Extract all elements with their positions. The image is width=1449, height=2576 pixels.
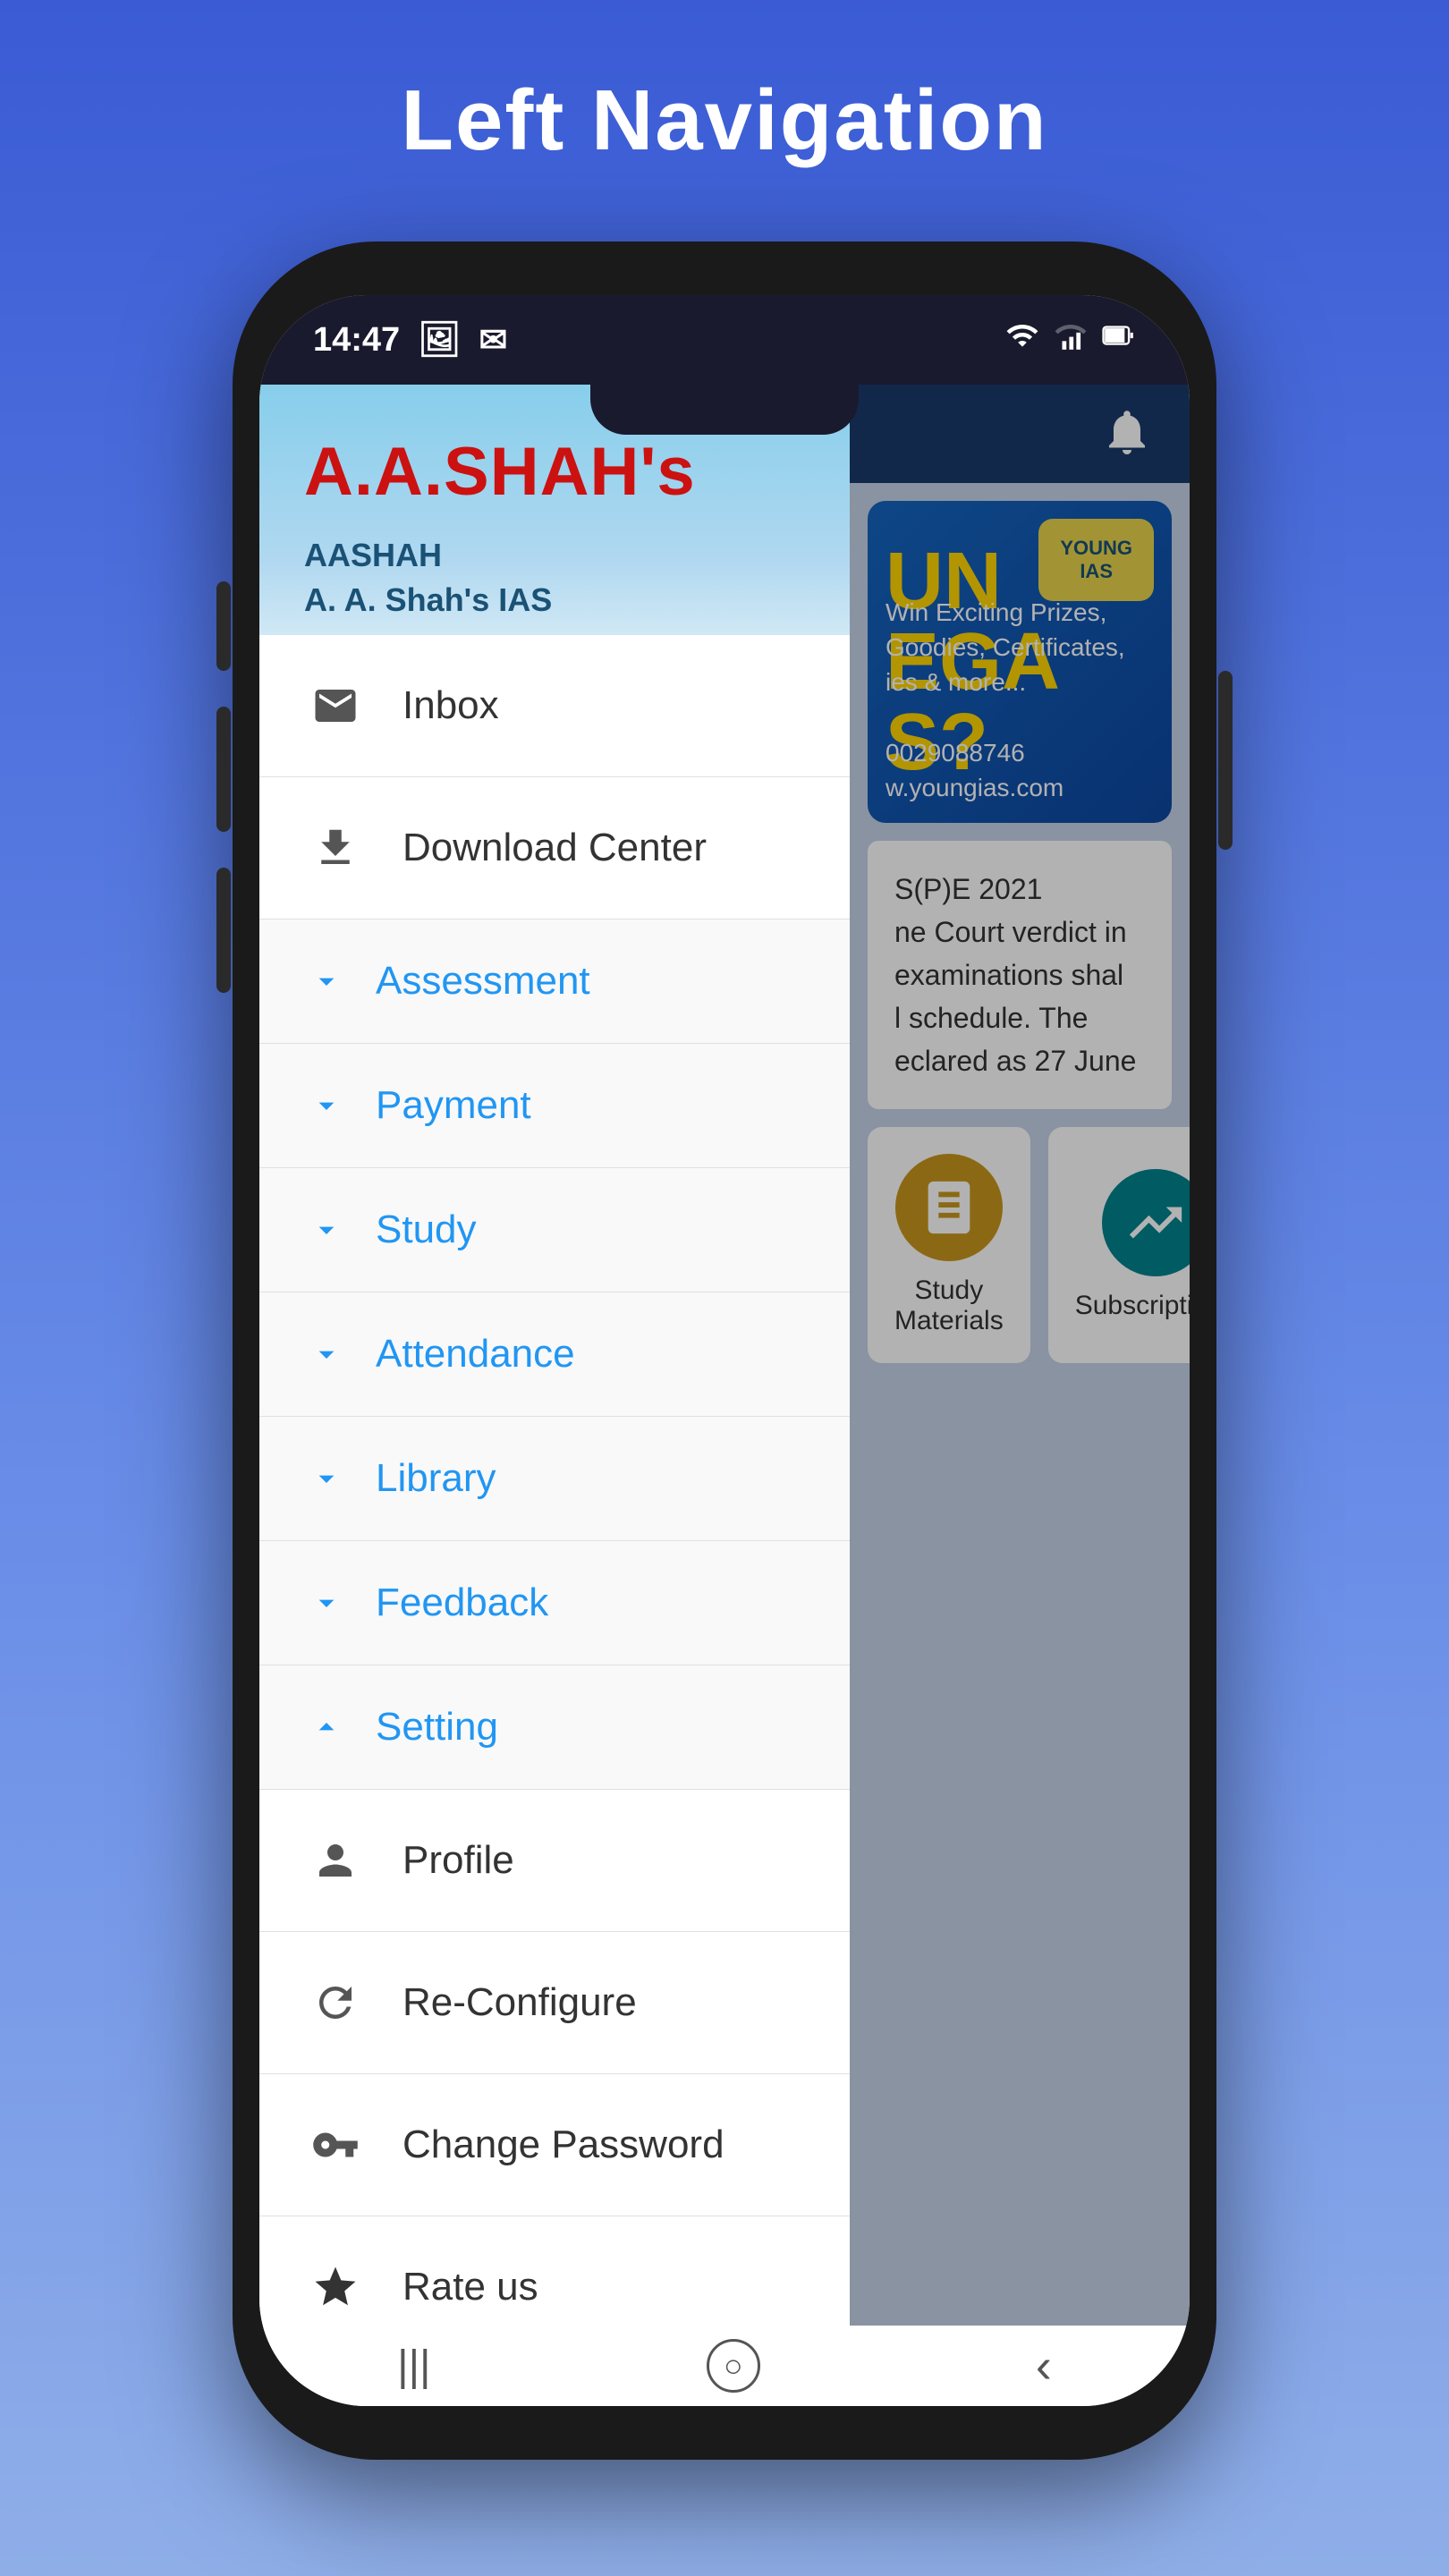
username: AASHAH A. A. Shah's IAS: [304, 533, 805, 623]
star-icon: [304, 2256, 367, 2318]
attendance-label: Attendance: [376, 1332, 575, 1377]
phone-screen: 14:47 🖼 ✉ A.A.SHA: [259, 295, 1190, 2406]
chevron-down-assessment-icon: [304, 959, 349, 1004]
nav-expand-item-setting[interactable]: Setting: [259, 1665, 850, 1790]
chevron-down-library-icon: [304, 1456, 349, 1501]
chevron-down-study-icon: [304, 1208, 349, 1252]
payment-label: Payment: [376, 1083, 531, 1128]
volume-up-button: [216, 581, 231, 671]
assessment-label: Assessment: [376, 959, 590, 1004]
signal-icon: [1054, 318, 1088, 361]
nav-expand-item-assessment[interactable]: Assessment: [259, 919, 850, 1044]
volume-down-button: [216, 707, 231, 832]
status-bar: 14:47 🖼 ✉: [259, 295, 1190, 385]
notch: [590, 385, 859, 435]
status-time: 14:47: [313, 321, 400, 360]
study-label: Study: [376, 1208, 477, 1252]
nav-item-inbox[interactable]: Inbox: [259, 635, 850, 777]
wifi-icon: [1005, 318, 1039, 361]
nav-item-download-center[interactable]: Download Center: [259, 777, 850, 919]
dim-overlay: [850, 385, 1190, 2406]
nav-expand-item-payment[interactable]: Payment: [259, 1044, 850, 1168]
back-button[interactable]: ‹: [1036, 2338, 1052, 2394]
nav-drawer: A.A.SHAH's AASHAH A. A. Shah's IAS Maya …: [259, 385, 850, 2406]
envelope-icon: [304, 674, 367, 737]
key-icon: [304, 2114, 367, 2176]
photo-icon: 🖼: [418, 320, 461, 360]
setting-label: Setting: [376, 1705, 498, 1750]
message-icon: ✉: [479, 320, 507, 360]
refresh-icon: [304, 1971, 367, 2034]
home-button[interactable]: ○: [707, 2339, 760, 2393]
app-content-overlay: UN EGA S? YOUNG IAS Win Exciting Prizes,…: [850, 385, 1190, 2406]
download-center-label: Download Center: [402, 826, 707, 870]
recent-apps-button[interactable]: |||: [397, 2342, 430, 2391]
chevron-down-payment-icon: [304, 1083, 349, 1128]
system-nav-bar: ||| ○ ‹: [259, 2326, 1190, 2406]
nav-expand-item-attendance[interactable]: Attendance: [259, 1292, 850, 1417]
library-label: Library: [376, 1456, 496, 1501]
nav-expand-item-feedback[interactable]: Feedback: [259, 1541, 850, 1665]
download-icon: [304, 817, 367, 879]
app-logo: A.A.SHAH's: [304, 438, 805, 506]
inbox-label: Inbox: [402, 683, 499, 728]
feedback-label: Feedback: [376, 1580, 548, 1625]
person-icon: [304, 1829, 367, 1892]
setting-sub-item-change-password[interactable]: Change Password: [259, 2074, 850, 2216]
nav-expand-item-library[interactable]: Library: [259, 1417, 850, 1541]
bixby-button: [216, 868, 231, 993]
page-title-heading: Left Navigation: [401, 72, 1047, 170]
setting-sub-item-reconfigure[interactable]: Re-Configure: [259, 1932, 850, 2074]
power-button: [1218, 671, 1233, 850]
chevron-down-attendance-icon: [304, 1332, 349, 1377]
chevron-up-setting-icon: [304, 1705, 349, 1750]
battery-icon: [1102, 318, 1136, 361]
change-password-label: Change Password: [402, 2123, 724, 2167]
chevron-down-feedback-icon: [304, 1580, 349, 1625]
rate-us-label: Rate us: [402, 2265, 538, 2309]
setting-sub-item-profile[interactable]: Profile: [259, 1790, 850, 1932]
profile-label: Profile: [402, 1838, 514, 1883]
nav-expand-item-study[interactable]: Study: [259, 1168, 850, 1292]
reconfigure-label: Re-Configure: [402, 1980, 637, 2025]
phone-frame: 14:47 🖼 ✉ A.A.SHA: [233, 242, 1216, 2460]
